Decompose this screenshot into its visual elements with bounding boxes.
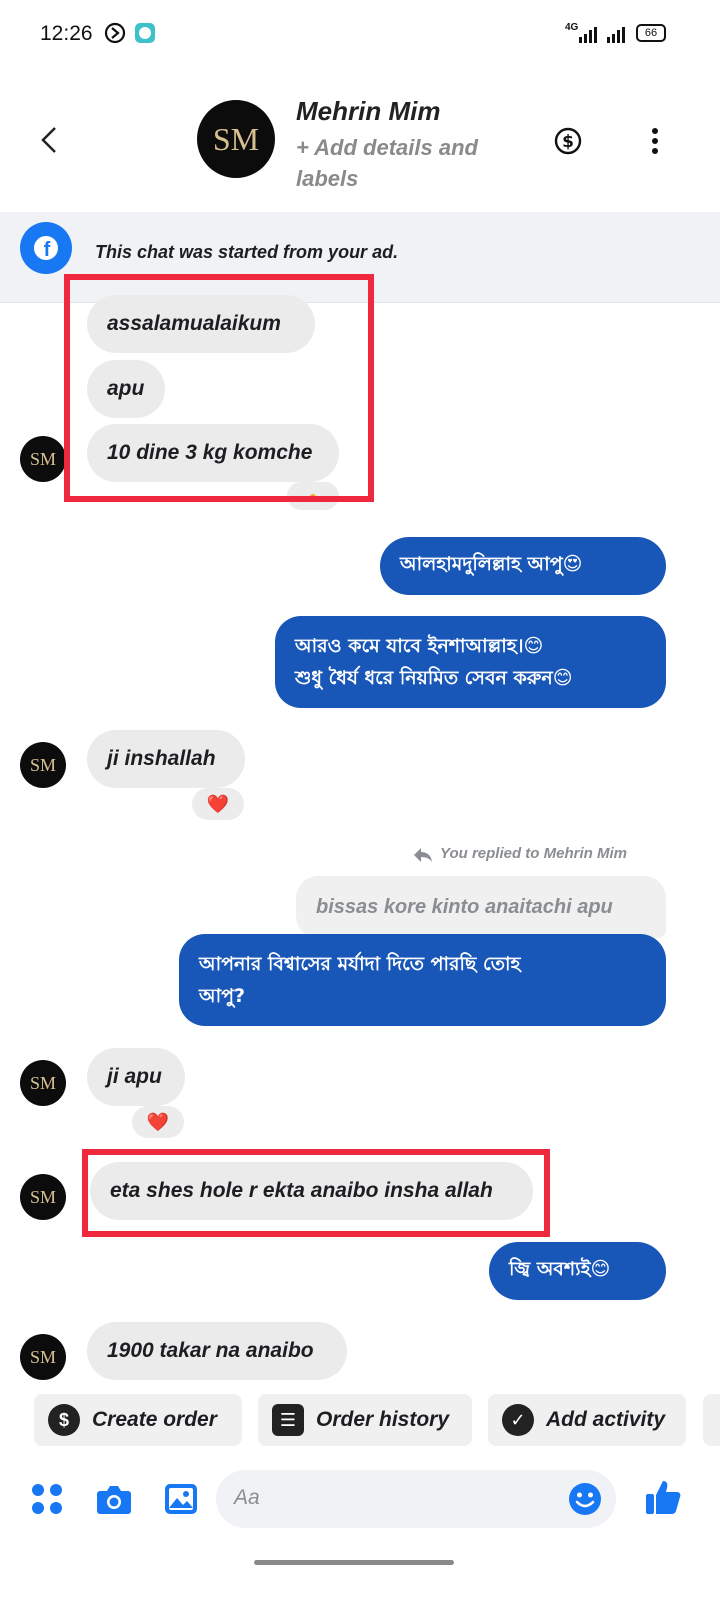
emoji-icon[interactable] xyxy=(568,1482,602,1516)
timer-icon xyxy=(104,22,126,44)
message-bubble-outgoing[interactable]: জ্বি অবশ্যই😊 xyxy=(489,1242,666,1300)
message-bubble-incoming[interactable]: ji inshallah xyxy=(87,730,245,788)
contact-avatar-small[interactable]: SM xyxy=(20,1334,66,1380)
message-line: শুধু ধৈর্য ধরে নিয়মিত সেবন করুন😊 xyxy=(295,667,573,689)
chip-label: Create order xyxy=(92,1408,217,1431)
signal-strength-icon-2 xyxy=(607,27,625,43)
highlight-box xyxy=(64,274,374,502)
contact-avatar-small[interactable]: SM xyxy=(20,742,66,788)
home-indicator[interactable] xyxy=(254,1560,454,1565)
message-bubble-incoming[interactable]: 1900 takar na anaibo xyxy=(87,1322,347,1380)
list-icon: ☰ xyxy=(272,1404,304,1436)
message-line: আরও কমে যাবে ইনশাআল্লাহ।😊 xyxy=(295,635,544,657)
messenger-notification-icon xyxy=(135,23,155,43)
apps-grid-icon[interactable] xyxy=(30,1482,64,1516)
add-activity-chip[interactable]: ✓ Add activity xyxy=(488,1394,686,1446)
status-time: 12:26 xyxy=(40,22,93,45)
message-bubble-incoming[interactable]: ji apu xyxy=(87,1048,185,1106)
facebook-icon: f xyxy=(20,222,72,274)
battery-indicator: 66 xyxy=(636,24,666,42)
signal-strength-icon xyxy=(579,27,597,43)
banner-text: This chat was started from your ad. xyxy=(95,242,399,262)
reaction-heart[interactable]: ❤️ xyxy=(132,1106,184,1138)
avatar-initials: SM xyxy=(212,120,260,157)
svg-text:f: f xyxy=(44,239,51,261)
message-input[interactable] xyxy=(216,1470,616,1528)
contact-name[interactable]: Mehrin Mim xyxy=(296,96,440,127)
dollar-icon[interactable]: $ xyxy=(553,126,583,156)
reply-icon xyxy=(414,848,432,862)
back-arrow-icon[interactable] xyxy=(40,126,58,154)
add-details-link[interactable]: + Add details and labels xyxy=(296,132,526,194)
quoted-message[interactable]: bissas kore kinto anaitachi apu xyxy=(296,876,666,938)
order-history-chip[interactable]: ☰ Order history xyxy=(258,1394,472,1446)
create-order-chip[interactable]: $ Create order xyxy=(34,1394,242,1446)
more-chips-peek[interactable] xyxy=(703,1394,720,1446)
avatar-initials: SM xyxy=(29,754,56,775)
avatar-initials: SM xyxy=(29,1186,56,1207)
gallery-icon[interactable] xyxy=(164,1483,198,1515)
svg-text:$: $ xyxy=(562,132,574,152)
message-bubble-outgoing[interactable]: আপনার বিশ্বাসের মর্যাদা দিতে পারছি তোহ আ… xyxy=(179,934,666,1026)
avatar-initials: SM xyxy=(29,448,56,469)
more-options-icon[interactable] xyxy=(650,126,660,156)
replied-label: You replied to Mehrin Mim xyxy=(440,845,627,862)
contact-avatar-small[interactable]: SM xyxy=(20,1174,66,1220)
dollar-icon: $ xyxy=(48,1404,80,1436)
chip-label: Add activity xyxy=(546,1408,666,1431)
contact-avatar[interactable]: SM xyxy=(197,100,275,178)
checkmark-icon: ✓ xyxy=(502,1404,534,1436)
message-bubble-outgoing[interactable]: আলহামদুলিল্লাহ আপু😍 xyxy=(380,537,666,595)
camera-icon[interactable] xyxy=(96,1483,132,1515)
status-bar: 12:26 4G 66 xyxy=(0,0,720,70)
highlight-box xyxy=(82,1149,550,1237)
message-input-placeholder: Aa xyxy=(234,1486,260,1509)
reaction-heart[interactable]: ❤️ xyxy=(192,788,244,820)
contact-avatar-small[interactable]: SM xyxy=(20,436,66,482)
message-bubble-outgoing[interactable]: আরও কমে যাবে ইনশাআল্লাহ।😊 শুধু ধৈর্য ধরে… xyxy=(275,616,666,708)
message-line: আপনার বিশ্বাসের মর্যাদা দিতে পারছি তোহ xyxy=(199,953,521,975)
contact-avatar-small[interactable]: SM xyxy=(20,1060,66,1106)
network-type: 4G xyxy=(565,22,579,33)
thumbs-up-icon[interactable] xyxy=(644,1478,682,1516)
avatar-initials: SM xyxy=(29,1346,56,1367)
avatar-initials: SM xyxy=(29,1072,56,1093)
message-line: আপু? xyxy=(199,985,246,1007)
chip-label: Order history xyxy=(316,1408,450,1431)
